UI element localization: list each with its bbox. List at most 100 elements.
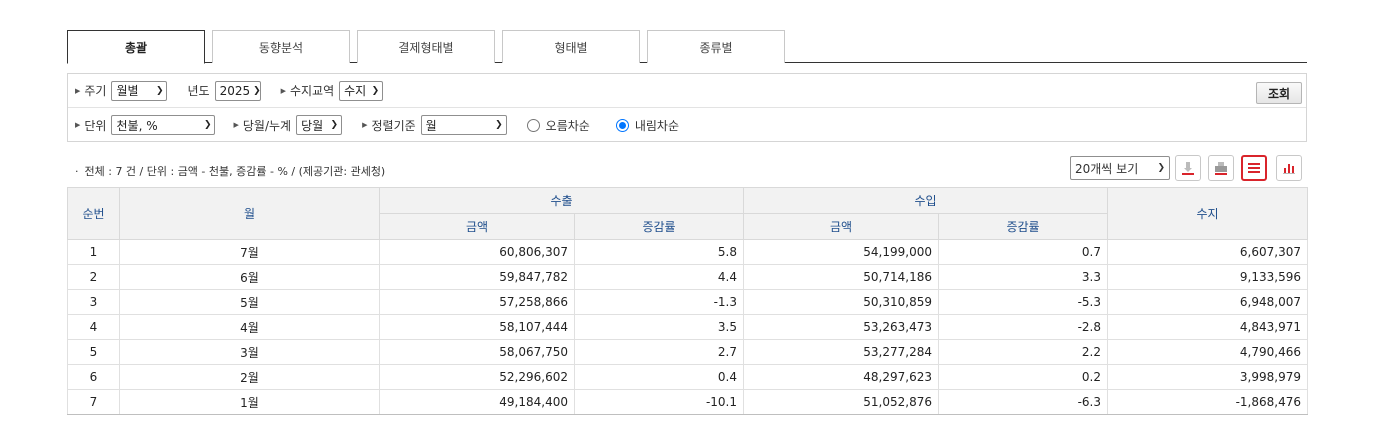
cell-import-rate: 3.3: [938, 264, 1108, 290]
tab-summary[interactable]: 총괄: [67, 30, 205, 64]
page-size-select[interactable]: 20개씩 보기 ❯: [1070, 156, 1170, 180]
cell-month: 3월: [119, 339, 380, 365]
cell-no: 6: [67, 364, 120, 390]
cell-export-rate: 3.5: [574, 314, 744, 340]
table-row: 1 7월 60,806,307 5.8 54,199,000 0.7 6,607…: [67, 239, 1308, 265]
cell-export-amount: 58,067,750: [379, 339, 575, 365]
tab-form-type[interactable]: 형태별: [502, 30, 640, 63]
cell-export-amount: 58,107,444: [379, 314, 575, 340]
table-body: 1 7월 60,806,307 5.8 54,199,000 0.7 6,607…: [67, 239, 1308, 415]
tab-bar: 총괄 동향분석 결제형태별 형태별 종류별: [67, 30, 1307, 64]
cell-export-amount: 59,847,782: [379, 264, 575, 290]
print-button[interactable]: [1208, 155, 1234, 181]
tab-payment-type[interactable]: 결제형태별: [357, 30, 495, 63]
chevron-down-icon: ❯: [371, 85, 380, 96]
unit-label: ▶ 단위: [75, 118, 107, 133]
chevron-down-icon: ❯: [495, 120, 503, 130]
download-icon: [1182, 162, 1194, 175]
cell-import-amount: 50,310,859: [743, 289, 939, 315]
search-row-1: ▶ 주기 월별 ❯ 년도 2025 ❯ ▶ 수지교역 수지 ❯ 조회: [68, 74, 1306, 108]
cell-month: 1월: [119, 389, 380, 415]
cell-no: 7: [67, 389, 120, 415]
list-view-button[interactable]: [1241, 155, 1267, 181]
cell-no: 1: [67, 239, 120, 265]
print-icon: [1215, 162, 1227, 175]
cell-export-rate: -10.1: [574, 389, 744, 415]
cell-month: 5월: [119, 289, 380, 315]
bullet-triangle-icon: ▶: [75, 121, 81, 129]
year-select[interactable]: 2025 ❯: [214, 80, 261, 101]
cell-import-rate: 2.2: [938, 339, 1108, 365]
trade-label: ▶ 수지교역: [280, 84, 335, 98]
cell-balance: 4,790,466: [1107, 339, 1308, 365]
chart-view-button[interactable]: [1276, 155, 1302, 181]
cell-no: 5: [67, 339, 120, 365]
unit-select[interactable]: 천불, % ❯: [111, 115, 216, 135]
cell-export-amount: 60,806,307: [379, 239, 575, 265]
cell-export-rate: 4.4: [574, 264, 744, 290]
sort-select[interactable]: 월 ❯: [420, 115, 507, 135]
header-no: 순번: [67, 187, 120, 240]
cumulative-label: ▶ 당월/누계: [233, 118, 292, 133]
cell-import-rate: 0.2: [938, 364, 1108, 390]
cell-import-rate: -5.3: [938, 289, 1108, 315]
bullet-triangle-icon: ▶: [233, 121, 239, 129]
download-button[interactable]: [1175, 155, 1201, 181]
search-button[interactable]: 조회: [1256, 82, 1302, 104]
chevron-down-icon: ❯: [1157, 163, 1165, 173]
cell-balance: 9,133,596: [1107, 264, 1308, 290]
descending-radio[interactable]: 내림차순: [615, 117, 679, 134]
header-import-rate: 증감률: [938, 213, 1108, 240]
search-row-2: ▶ 단위 천불, % ❯ ▶ 당월/누계 당월 ❯ ▶ 정렬기준 월 ❯ 오름차순 내림차순: [68, 108, 1306, 142]
cell-import-amount: 53,263,473: [743, 314, 939, 340]
cell-export-rate: 0.4: [574, 364, 744, 390]
tab-category[interactable]: 종류별: [647, 30, 785, 63]
cell-import-rate: 0.7: [938, 239, 1108, 265]
chevron-down-icon: ❯: [253, 85, 261, 96]
trade-select[interactable]: 수지 ❯: [339, 80, 384, 101]
header-export-amount: 금액: [379, 213, 575, 240]
cell-month: 2월: [119, 364, 380, 390]
table-row: 5 3월 58,067,750 2.7 53,277,284 2.2 4,790…: [67, 339, 1308, 365]
year-label: 년도: [187, 84, 210, 98]
header-month: 월: [119, 187, 380, 240]
table-row: 3 5월 57,258,866 -1.3 50,310,859 -5.3 6,9…: [67, 289, 1308, 315]
cell-export-rate: 5.8: [574, 239, 744, 265]
cell-balance: 6,948,007: [1107, 289, 1308, 315]
header-balance: 수지: [1107, 187, 1308, 240]
bullet-dot-icon: ·: [75, 165, 79, 178]
sort-label: ▶ 정렬기준: [362, 118, 416, 133]
bullet-triangle-icon: ▶: [280, 86, 286, 95]
bullet-triangle-icon: ▶: [362, 121, 368, 129]
table-row: 2 6월 59,847,782 4.4 50,714,186 3.3 9,133…: [67, 264, 1308, 290]
cell-import-amount: 51,052,876: [743, 389, 939, 415]
table-row: 7 1월 49,184,400 -10.1 51,052,876 -6.3 -1…: [67, 389, 1308, 415]
chevron-down-icon: ❯: [203, 120, 212, 130]
chart-view-icon: [1283, 164, 1295, 174]
cumulative-select[interactable]: 당월 ❯: [296, 115, 343, 135]
radio-circle-icon: [526, 118, 540, 132]
cell-import-rate: -2.8: [938, 314, 1108, 340]
ascending-radio[interactable]: 오름차순: [526, 117, 590, 134]
tab-trend-analysis[interactable]: 동향분석: [212, 30, 350, 63]
cell-import-amount: 54,199,000: [743, 239, 939, 265]
header-export-rate: 증감률: [574, 213, 744, 240]
table-row: 4 4월 58,107,444 3.5 53,263,473 -2.8 4,84…: [67, 314, 1308, 340]
period-label: ▶ 주기: [75, 84, 107, 98]
cell-balance: 4,843,971: [1107, 314, 1308, 340]
table-row: 6 2월 52,296,602 0.4 48,297,623 0.2 3,998…: [67, 364, 1308, 390]
radio-checked-icon: [615, 118, 629, 132]
cell-import-amount: 53,277,284: [743, 339, 939, 365]
period-select[interactable]: 월별 ❯: [111, 80, 168, 101]
cell-no: 3: [67, 289, 120, 315]
cell-export-amount: 49,184,400: [379, 389, 575, 415]
result-summary: · 전체 : 7 건 / 단위 : 금액 - 천불, 증감률 - % / (제공기…: [75, 165, 386, 178]
cell-balance: 6,607,307: [1107, 239, 1308, 265]
chevron-down-icon: ❯: [330, 120, 339, 130]
cell-import-amount: 50,714,186: [743, 264, 939, 290]
cell-export-rate: -1.3: [574, 289, 744, 315]
search-panel: ▶ 주기 월별 ❯ 년도 2025 ❯ ▶ 수지교역 수지 ❯ 조회 ▶ 단위 천불, % ❯…: [67, 73, 1307, 142]
summary-table: 순번 월 수출 수입 수지 금액 증감률 금액 증감률 1 7월 60,806,…: [67, 187, 1308, 415]
chevron-down-icon: ❯: [155, 85, 164, 96]
bullet-triangle-icon: ▶: [75, 86, 81, 95]
